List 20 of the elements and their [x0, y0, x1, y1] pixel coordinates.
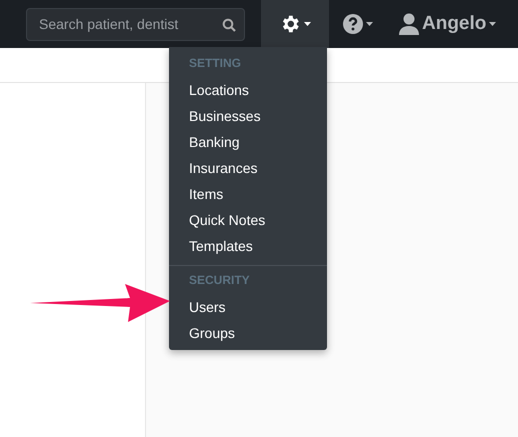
menu-item[interactable]: Users — [169, 294, 327, 320]
settings-button[interactable] — [261, 0, 329, 48]
search-icon — [222, 18, 236, 32]
menu-section-header: SETTING — [188, 55, 242, 72]
menu-item[interactable]: Items — [169, 181, 327, 207]
help-icon — [343, 14, 363, 34]
user-menu-button[interactable]: Angelo — [387, 0, 508, 48]
menu-item[interactable]: Quick Notes — [169, 207, 327, 233]
menu-section-header: SECURITY — [188, 272, 251, 289]
caret-icon — [304, 22, 311, 26]
search-field[interactable]: Search patient, dentist — [26, 8, 245, 40]
menu-item[interactable]: Groups — [169, 320, 327, 346]
menu-item[interactable]: Banking — [169, 129, 327, 155]
menu-item[interactable]: Templates — [169, 233, 327, 259]
caret-icon — [489, 22, 496, 26]
menu-item[interactable]: Businesses — [169, 103, 327, 129]
menu-item[interactable]: Locations — [169, 77, 327, 103]
caret-icon — [366, 22, 373, 26]
menu-item[interactable]: Insurances — [169, 155, 327, 181]
user-icon — [399, 13, 419, 35]
